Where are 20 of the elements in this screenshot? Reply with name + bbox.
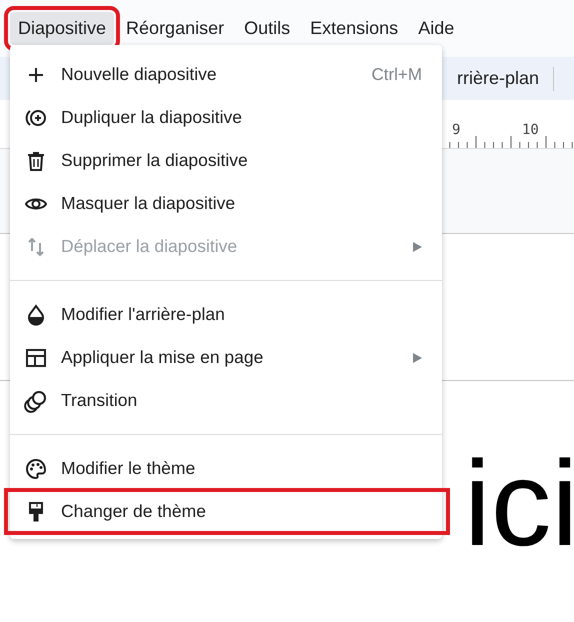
menu-item[interactable]: Nouvelle diapositive Ctrl+M xyxy=(10,53,442,96)
stacked-circles-icon xyxy=(24,388,48,412)
slide-title[interactable]: ici xyxy=(464,443,574,564)
menu-item[interactable]: Modifier l'arrière-plan xyxy=(10,293,442,336)
ruler-label: 10 xyxy=(522,122,539,138)
menu-bar-item[interactable]: Extensions xyxy=(302,12,406,45)
menu-item[interactable]: Dupliquer la diapositive xyxy=(10,96,442,139)
ruler-label: 9 xyxy=(452,122,460,138)
menu-item[interactable]: Appliquer la mise en page xyxy=(10,336,442,379)
menu-item[interactable]: Transition xyxy=(10,379,442,422)
palette-icon xyxy=(24,456,48,480)
menu-item[interactable]: Modifier le thème xyxy=(10,447,442,490)
menu-bar-item[interactable]: Aide xyxy=(410,12,462,45)
menu-item[interactable]: Masquer la diapositive xyxy=(10,182,442,225)
menu-item[interactable]: Supprimer la diapositive xyxy=(10,139,442,182)
menu-bar-item[interactable]: Outils xyxy=(236,12,298,45)
toolbar-button[interactable]: rrière-plan xyxy=(456,68,553,89)
menu-bar-item[interactable]: Réorganiser xyxy=(118,12,232,45)
menu-bar-item[interactable]: Diapositive xyxy=(10,12,114,45)
menu-item[interactable]: Changer de thème xyxy=(6,490,448,533)
